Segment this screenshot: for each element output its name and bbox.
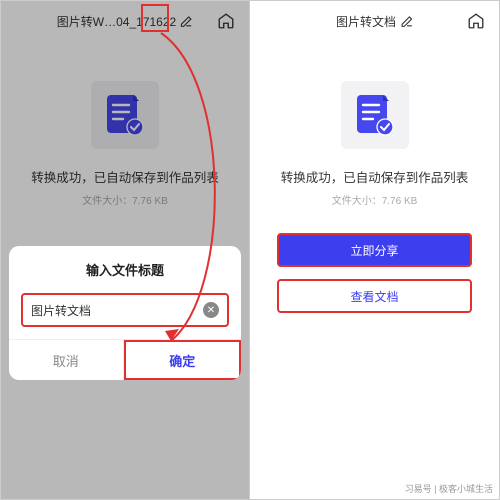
edit-icon[interactable]	[180, 15, 193, 28]
dialog-title: 输入文件标题	[9, 246, 241, 289]
confirm-button[interactable]: 确定	[124, 340, 242, 380]
action-buttons: 立即分享 查看文档	[277, 233, 471, 313]
cancel-button[interactable]: 取消	[9, 340, 124, 380]
filename-dialog: 输入文件标题 ✕ 取消 确定	[9, 246, 241, 380]
screen-right: 图片转文档 转换成功，已自动保存到作品列表 文件大小：7.76 KB 立即分享 …	[250, 1, 499, 499]
success-message: 转换成功，已自动保存到作品列表	[281, 167, 469, 186]
success-message: 转换成功，已自动保存到作品列表	[31, 167, 219, 186]
home-icon[interactable]	[467, 12, 485, 30]
clear-input-icon[interactable]: ✕	[203, 302, 219, 318]
watermark: 习易号 | 极客小城生活	[405, 482, 493, 495]
edit-icon[interactable]	[400, 15, 413, 28]
share-button[interactable]: 立即分享	[277, 233, 471, 267]
content-left: 转换成功，已自动保存到作品列表 文件大小：7.76 KB	[1, 41, 249, 207]
header-left: 图片转W…04_171622	[1, 1, 249, 41]
document-check-icon	[105, 93, 145, 137]
header-right: 图片转文档	[250, 1, 499, 41]
header-title-wrap: 图片转W…04_171622	[57, 13, 193, 30]
home-icon[interactable]	[217, 12, 235, 30]
header-title-wrap: 图片转文档	[336, 13, 413, 30]
document-icon-box	[341, 81, 409, 149]
filesize-label: 文件大小：7.76 KB	[332, 192, 418, 207]
view-doc-button[interactable]: 查看文档	[277, 279, 471, 313]
document-icon-box	[91, 81, 159, 149]
screen-left: 图片转W…04_171622 转换成功，已自动保存到作品列表 文件大小：7.76…	[1, 1, 250, 499]
filename-input[interactable]	[31, 303, 203, 317]
header-title: 图片转文档	[336, 13, 396, 30]
document-check-icon	[355, 93, 395, 137]
dialog-actions: 取消 确定	[9, 339, 241, 380]
filename-input-wrap: ✕	[21, 293, 229, 327]
highlight-edit-box	[141, 4, 169, 32]
filesize-label: 文件大小：7.76 KB	[82, 192, 168, 207]
content-right: 转换成功，已自动保存到作品列表 文件大小：7.76 KB 立即分享 查看文档	[250, 41, 499, 313]
